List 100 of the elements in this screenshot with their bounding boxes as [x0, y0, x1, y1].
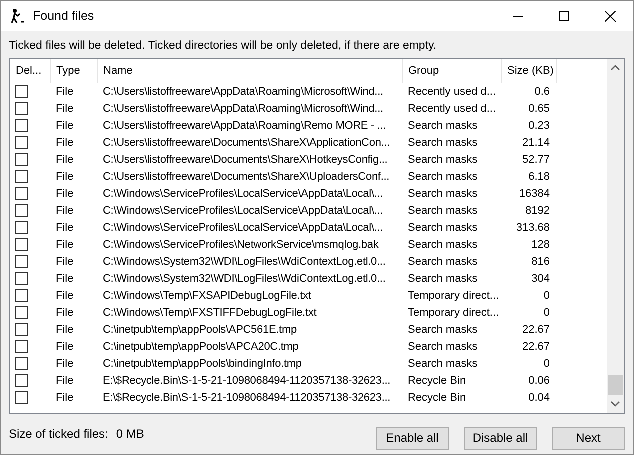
table-cell: Temporary direct...: [408, 306, 500, 318]
table-cell: C:\Users\listoffreeware\Documents\ShareX\UploadersConf...: [103, 170, 390, 182]
checkbox[interactable]: [15, 187, 28, 200]
table-cell: Search masks: [408, 154, 478, 166]
checkbox[interactable]: [15, 204, 28, 217]
table-cell: File: [56, 392, 74, 404]
table-cell: C:\Windows\ServiceProfiles\LocalService\AppData\Local\...: [103, 222, 384, 234]
table-cell: 0: [544, 358, 550, 370]
table-cell: C:\Users\listoffreeware\Documents\ShareX\ApplicationCon...: [103, 136, 390, 148]
checkbox[interactable]: [15, 340, 28, 353]
column-header[interactable]: Name: [97, 59, 402, 83]
action-button[interactable]: Enable all: [376, 426, 449, 450]
table-cell: C:\inetpub\temp\appPools\APCA20C.tmp: [103, 340, 299, 352]
table-cell: File: [56, 340, 74, 352]
table-cell: E:\$Recycle.Bin\S-1-5-21-1098068494-1120357138-32623...: [103, 374, 391, 386]
table-cell: Search masks: [408, 222, 478, 234]
scroll-up-icon[interactable]: [611, 65, 620, 71]
table-cell: Recycle Bin: [408, 392, 466, 404]
table-cell: Recently used d...: [408, 102, 496, 114]
checkbox[interactable]: [15, 85, 28, 98]
scroll-down-icon[interactable]: [611, 401, 620, 407]
checkbox[interactable]: [15, 255, 28, 268]
table-cell: C:\Windows\ServiceProfiles\LocalService\AppData\Local\...: [103, 204, 384, 216]
table-cell: File: [56, 324, 74, 336]
table-cell: Search masks: [408, 256, 478, 268]
checkbox[interactable]: [15, 289, 28, 302]
table-cell: Search masks: [408, 324, 478, 336]
table-cell: Recycle Bin: [408, 374, 466, 386]
close-icon: [604, 10, 616, 22]
checkbox[interactable]: [15, 221, 28, 234]
checkbox[interactable]: [15, 102, 28, 115]
table-cell: Search masks: [408, 238, 478, 250]
scroll-thumb[interactable]: [608, 375, 623, 395]
table-cell: C:\Windows\ServiceProfiles\NetworkService\msmqlog.bak: [103, 238, 379, 250]
checkbox[interactable]: [15, 153, 28, 166]
checkbox[interactable]: [15, 306, 28, 319]
table-cell: File: [56, 86, 74, 98]
table-cell: C:\Users\listoffreeware\AppData\Roaming\Microsoft\Wind...: [103, 86, 384, 98]
action-button[interactable]: Next: [552, 426, 625, 450]
maximize-icon: [559, 11, 569, 21]
window-title: Found files: [33, 9, 94, 23]
table-cell: Search masks: [408, 358, 478, 370]
table-cell: Recently used d...: [408, 86, 496, 98]
checkbox[interactable]: [15, 170, 28, 183]
table-cell: Search masks: [408, 204, 478, 216]
checkbox[interactable]: [15, 374, 28, 387]
table-cell: 313.68: [516, 222, 550, 234]
table-cell: 52.77: [522, 154, 550, 166]
checkbox[interactable]: [15, 323, 28, 336]
table-cell: C:\Windows\System32\WDI\LogFiles\WdiContextLog.etl.0...: [103, 272, 386, 284]
table-cell: File: [56, 374, 74, 386]
status-value: 0 MB: [116, 427, 144, 441]
checkbox[interactable]: [15, 119, 28, 132]
column-header[interactable]: Group: [402, 59, 501, 83]
table-cell: 304: [532, 272, 550, 284]
info-text: Ticked files will be deleted. Ticked directories will be only deleted, if there are empty.: [9, 40, 438, 54]
table-cell: Search masks: [408, 136, 478, 148]
table-cell: C:\Windows\System32\WDI\LogFiles\WdiContextLog.etl.0...: [103, 256, 386, 268]
checkbox[interactable]: [15, 238, 28, 251]
table-cell: 8192: [526, 204, 550, 216]
column-header[interactable]: Del...: [10, 59, 50, 83]
table-cell: File: [56, 204, 74, 216]
table-cell: 0.04: [528, 392, 550, 404]
checkbox[interactable]: [15, 272, 28, 285]
table-cell: 22.67: [522, 340, 550, 352]
table-cell: 0: [544, 306, 550, 318]
table-cell: 816: [532, 256, 550, 268]
checkbox[interactable]: [15, 357, 28, 370]
table-cell: 128: [532, 238, 550, 250]
table-cell: File: [56, 136, 74, 148]
table-cell: Search masks: [408, 170, 478, 182]
app-icon: [9, 8, 25, 24]
status-label: Size of ticked files:: [9, 427, 108, 441]
table-cell: C:\Windows\ServiceProfiles\LocalService\AppData\Local\...: [103, 188, 384, 200]
scrollbar[interactable]: [607, 59, 624, 413]
table-cell: C:\Users\listoffreeware\AppData\Roaming\Microsoft\Wind...: [103, 102, 384, 114]
table-cell: Temporary direct...: [408, 290, 500, 302]
action-button[interactable]: Disable all: [464, 426, 537, 450]
table-cell: File: [56, 188, 74, 200]
checkbox[interactable]: [15, 136, 28, 149]
checkbox[interactable]: [15, 391, 28, 404]
table-cell: Search masks: [408, 272, 478, 284]
table-cell: Search masks: [408, 188, 478, 200]
table-cell: File: [56, 238, 74, 250]
table-cell: 0.23: [528, 120, 550, 132]
table-cell: Search masks: [408, 340, 478, 352]
table-cell: File: [56, 170, 74, 182]
table-cell: 0.65: [528, 102, 550, 114]
column-header[interactable]: Type: [50, 59, 97, 83]
table-cell: File: [56, 154, 74, 166]
table-cell: 16384: [519, 188, 550, 200]
table-cell: 0: [544, 290, 550, 302]
table-cell: File: [56, 290, 74, 302]
table-cell: File: [56, 306, 74, 318]
table-cell: 22.67: [522, 324, 550, 336]
table-cell: File: [56, 222, 74, 234]
table-cell: C:\Users\listoffreeware\Documents\ShareX\HotkeysConfig...: [103, 154, 388, 166]
column-header[interactable]: Size (KB): [501, 59, 556, 83]
table-cell: 6.18: [528, 170, 550, 182]
table-cell: File: [56, 272, 74, 284]
